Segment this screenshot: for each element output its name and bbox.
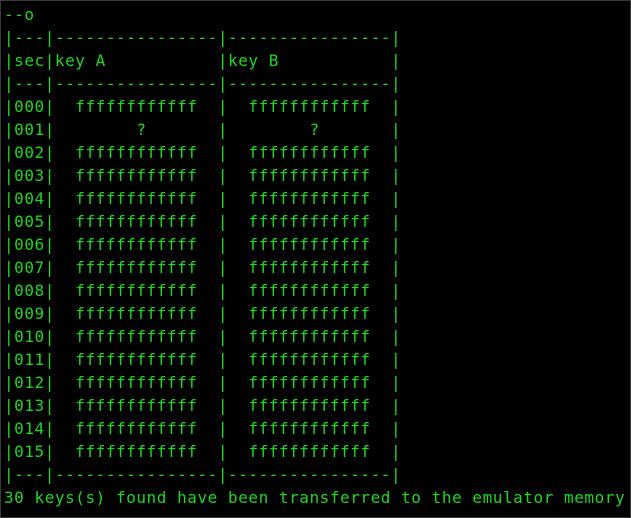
table-row: |009| ffffffffffff | ffffffffffff | bbox=[4, 304, 402, 323]
table-row: |005| ffffffffffff | ffffffffffff | bbox=[4, 212, 402, 231]
table-row: |000| ffffffffffff | ffffffffffff | bbox=[4, 97, 402, 116]
table-row: |012| ffffffffffff | ffffffffffff | bbox=[4, 373, 402, 392]
table-row: |008| ffffffffffff | ffffffffffff | bbox=[4, 281, 402, 300]
table-row: |002| ffffffffffff | ffffffffffff | bbox=[4, 143, 402, 162]
table-header-row: |sec|key A |key B | bbox=[4, 51, 402, 70]
table-row: |004| ffffffffffff | ffffffffffff | bbox=[4, 189, 402, 208]
terminal-window[interactable]: --o |---|----------------|--------------… bbox=[0, 0, 631, 518]
table-row: |001| ? | ? | bbox=[4, 120, 402, 139]
table-row: |003| ffffffffffff | ffffffffffff | bbox=[4, 166, 402, 185]
table-row: |007| ffffffffffff | ffffffffffff | bbox=[4, 258, 402, 277]
table-top-border: |---|----------------|----------------| bbox=[4, 28, 402, 47]
status-message: 30 keys(s) found have been transferred t… bbox=[4, 488, 626, 507]
terminal-header-line: --o bbox=[4, 5, 35, 24]
table-bottom-border: |---|----------------|----------------| bbox=[4, 465, 402, 484]
table-row: |006| ffffffffffff | ffffffffffff | bbox=[4, 235, 402, 254]
table-row: |013| ffffffffffff | ffffffffffff | bbox=[4, 396, 402, 415]
table-row: |010| ffffffffffff | ffffffffffff | bbox=[4, 327, 402, 346]
table-row: |015| ffffffffffff | ffffffffffff | bbox=[4, 442, 402, 461]
table-row: |011| ffffffffffff | ffffffffffff | bbox=[4, 350, 402, 369]
table-header-separator: |---|----------------|----------------| bbox=[4, 74, 402, 93]
table-row: |014| ffffffffffff | ffffffffffff | bbox=[4, 419, 402, 438]
